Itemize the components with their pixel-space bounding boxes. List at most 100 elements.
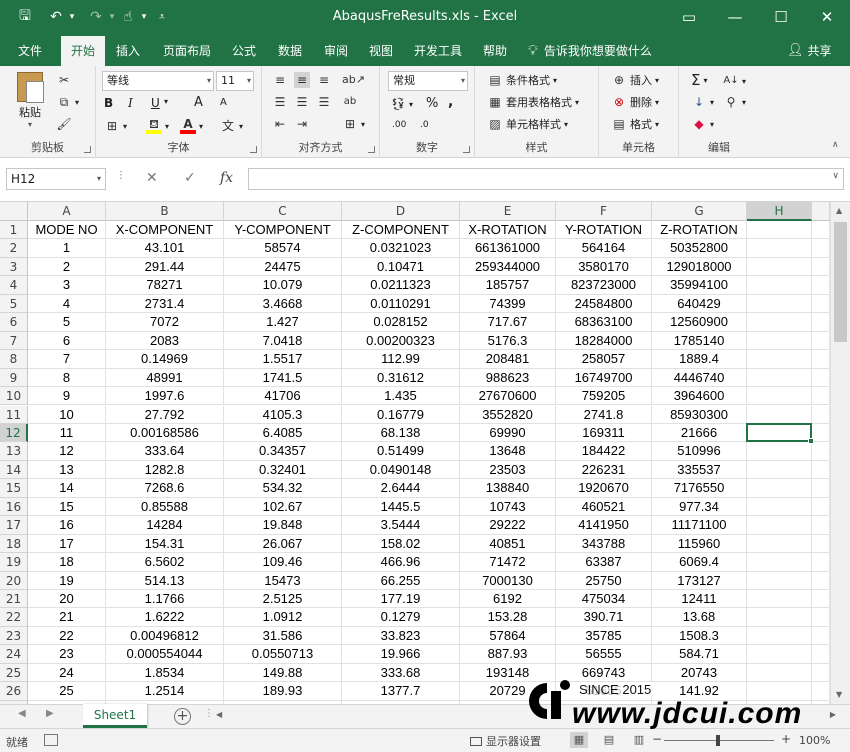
scroll-up-icon[interactable]: ▲ bbox=[836, 206, 842, 215]
table-cell[interactable]: 466.96 bbox=[342, 553, 460, 572]
table-cell[interactable]: 0.0110291 bbox=[342, 294, 460, 314]
table-cell[interactable]: 173127 bbox=[652, 571, 747, 590]
table-cell[interactable] bbox=[747, 571, 812, 590]
font-launcher-icon[interactable] bbox=[250, 146, 257, 153]
confirm-entry-icon[interactable]: ✓ bbox=[184, 170, 196, 186]
table-cell[interactable] bbox=[747, 331, 812, 351]
table-cell[interactable]: 584.71 bbox=[652, 645, 747, 664]
conditional-formatting-button[interactable]: ▤ 条件格式 ▾ bbox=[487, 72, 557, 88]
zoom-slider-knob[interactable] bbox=[716, 735, 720, 746]
formula-input[interactable]: ∨ bbox=[248, 168, 844, 190]
undo-icon[interactable]: ↶ bbox=[46, 0, 66, 33]
table-cell[interactable]: 3.4668 bbox=[224, 294, 342, 314]
tab-split-icon[interactable]: ⋮ bbox=[204, 708, 214, 719]
table-cell[interactable]: 7176550 bbox=[652, 479, 747, 498]
table-cell[interactable] bbox=[812, 221, 830, 240]
cell-styles-button[interactable]: ▨ 单元格样式 ▾ bbox=[487, 116, 568, 132]
table-cell[interactable]: 0.31612 bbox=[342, 368, 460, 388]
table-cell[interactable]: 823723000 bbox=[556, 276, 652, 295]
table-cell[interactable]: 0.0490148 bbox=[342, 460, 460, 480]
scroll-right-icon[interactable]: ▶ bbox=[830, 710, 836, 719]
table-cell[interactable] bbox=[812, 534, 830, 554]
table-cell[interactable]: 8 bbox=[28, 368, 106, 388]
row-header-9[interactable]: 9 bbox=[0, 368, 28, 388]
table-cell[interactable]: 138840 bbox=[460, 479, 556, 498]
clear-button[interactable]: ◆ ▾ bbox=[691, 116, 714, 132]
table-cell[interactable]: 460521 bbox=[556, 497, 652, 517]
table-cell[interactable] bbox=[812, 626, 830, 646]
table-cell[interactable]: 61655 bbox=[556, 682, 652, 701]
shrink-font-button[interactable]: A bbox=[220, 97, 227, 108]
table-cell[interactable]: 1.8534 bbox=[106, 663, 224, 683]
table-cell[interactable]: 4446740 bbox=[652, 368, 747, 388]
fill-color-button[interactable]: ⛾ ▾ bbox=[146, 118, 169, 134]
table-cell[interactable]: 21 bbox=[28, 608, 106, 627]
table-cell[interactable]: 6.4085 bbox=[224, 423, 342, 443]
borders-button[interactable]: ⊞ ▾ bbox=[104, 118, 127, 134]
table-cell[interactable]: 50352800 bbox=[652, 239, 747, 258]
row-header-13[interactable]: 13 bbox=[0, 442, 28, 461]
table-cell[interactable]: 41706 bbox=[224, 387, 342, 406]
table-cell[interactable]: 1.0912 bbox=[224, 608, 342, 627]
tab-insert[interactable]: 插入 bbox=[108, 36, 148, 66]
table-cell[interactable]: 5 bbox=[28, 313, 106, 332]
table-cell[interactable]: 1741.5 bbox=[224, 368, 342, 388]
table-cell[interactable]: 71472 bbox=[460, 553, 556, 572]
row-header-26[interactable]: 26 bbox=[0, 682, 28, 701]
scroll-down-icon[interactable]: ▼ bbox=[836, 690, 842, 699]
table-cell[interactable]: 22 bbox=[28, 626, 106, 646]
table-cell[interactable]: 759205 bbox=[556, 387, 652, 406]
table-cell[interactable]: 0.028152 bbox=[342, 313, 460, 332]
table-cell[interactable]: 1.435 bbox=[342, 387, 460, 406]
number-format-select[interactable]: 常规 ▾ bbox=[388, 71, 468, 91]
vertical-scrollbar[interactable]: ▲ ▼ bbox=[830, 202, 850, 704]
row-header-20[interactable]: 20 bbox=[0, 571, 28, 590]
table-cell[interactable] bbox=[747, 663, 812, 683]
table-cell[interactable]: 1.5517 bbox=[224, 350, 342, 369]
minimize-icon[interactable]: — bbox=[712, 0, 758, 33]
font-size-select[interactable]: 11 ▾ bbox=[216, 71, 254, 91]
scroll-thumb[interactable] bbox=[834, 222, 847, 342]
column-header-b[interactable]: B bbox=[106, 202, 224, 221]
page-layout-view-icon[interactable]: ▤ bbox=[600, 732, 618, 748]
touch-mode-icon[interactable]: ☝ bbox=[118, 0, 138, 33]
table-cell[interactable]: 1.427 bbox=[224, 313, 342, 332]
table-cell[interactable]: 20729 bbox=[460, 682, 556, 701]
align-right-button[interactable]: ☰ bbox=[316, 94, 332, 110]
table-cell[interactable]: 20743 bbox=[652, 663, 747, 683]
table-cell[interactable]: 0.0321023 bbox=[342, 239, 460, 258]
header-cell[interactable]: MODE NO bbox=[28, 221, 106, 240]
format-cells-button[interactable]: ▤ 格式 ▾ bbox=[611, 116, 659, 132]
ribbon-display-options-icon[interactable]: ▭ bbox=[666, 0, 712, 33]
table-cell[interactable]: 0.0550713 bbox=[224, 645, 342, 664]
worksheet-grid[interactable]: A B C D E F G H 1 MODE NO X-COMPONENT Y-COMPONENT Z-… bbox=[0, 202, 830, 704]
row-header-22[interactable]: 22 bbox=[0, 608, 28, 627]
table-cell[interactable]: 14284 bbox=[106, 516, 224, 535]
table-cell[interactable]: 335537 bbox=[652, 460, 747, 480]
table-cell[interactable]: 13 bbox=[28, 460, 106, 480]
insert-cells-button[interactable]: ⊕ 插入 ▾ bbox=[611, 72, 659, 88]
table-cell[interactable]: 23 bbox=[28, 645, 106, 664]
delete-cells-button[interactable]: ⊗ 删除 ▾ bbox=[611, 94, 659, 110]
table-cell[interactable]: 18284000 bbox=[556, 331, 652, 351]
table-cell[interactable]: 185757 bbox=[460, 276, 556, 295]
table-cell[interactable] bbox=[812, 497, 830, 517]
table-cell[interactable]: 29222 bbox=[460, 516, 556, 535]
table-cell[interactable]: 25750 bbox=[556, 571, 652, 590]
table-cell[interactable]: 0.000554044 bbox=[106, 645, 224, 664]
table-cell[interactable]: 35785 bbox=[556, 626, 652, 646]
tab-home[interactable]: 开始 bbox=[61, 36, 105, 66]
accounting-format-button[interactable]: 💱︎ ▾ bbox=[390, 96, 413, 112]
table-cell[interactable]: 13.68 bbox=[652, 608, 747, 627]
header-cell[interactable] bbox=[747, 221, 812, 240]
table-cell[interactable]: 0.32401 bbox=[224, 460, 342, 480]
tab-review[interactable]: 审阅 bbox=[316, 36, 356, 66]
row-header-16[interactable]: 16 bbox=[0, 497, 28, 517]
table-cell[interactable]: 177.19 bbox=[342, 590, 460, 609]
table-cell[interactable]: 102.67 bbox=[224, 497, 342, 517]
zoom-level[interactable]: 100% bbox=[799, 734, 830, 747]
table-cell[interactable]: 3.5444 bbox=[342, 516, 460, 535]
tab-help[interactable]: 帮助 bbox=[475, 36, 515, 66]
undo-dropdown-icon[interactable]: ▾ bbox=[66, 0, 78, 33]
table-cell[interactable] bbox=[812, 516, 830, 535]
